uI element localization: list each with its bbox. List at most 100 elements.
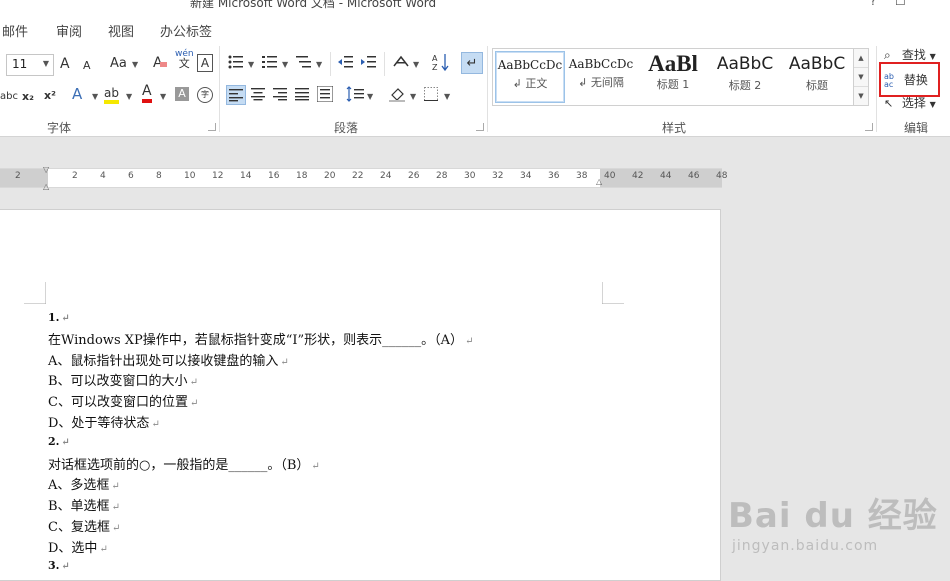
highlight-button[interactable]: ab [104, 86, 119, 104]
ruler-tick-label: 16 [268, 171, 280, 181]
ribbon-tabs: 邮件 审阅 视图 办公标签 [0, 12, 950, 42]
scroll-down-icon[interactable]: ▼ [854, 68, 868, 87]
ruler-tick-label: 14 [240, 171, 252, 181]
shrink-font-button[interactable]: A [83, 57, 91, 75]
document-page[interactable]: 1. ↵ 在Windows XP操作中，若鼠标指针变成“I”形状，则表示_____… [0, 209, 721, 581]
strikethrough-button[interactable]: abc [0, 88, 18, 106]
style-sample: AaBbC [716, 54, 774, 74]
style-normal[interactable]: AaBbCcDc ↲ 正文 [495, 51, 565, 103]
bullets-icon[interactable] [228, 54, 244, 70]
restore-button[interactable]: ☐ [895, 0, 906, 8]
ruler-tick-label: 38 [576, 171, 588, 181]
hanging-indent-marker-icon[interactable]: △ [43, 182, 49, 191]
increase-indent-icon[interactable] [360, 54, 376, 70]
crop-mark-right [602, 282, 624, 304]
shading-icon[interactable] [389, 86, 407, 102]
style-name: ↲ 正文 [512, 77, 548, 90]
right-indent-marker-icon[interactable]: △ [596, 177, 602, 186]
tab-mailings[interactable]: 邮件 [2, 21, 28, 40]
question-text: 在Windows XP操作中，若鼠标指针变成“I”形状，则表示______。（A… [48, 333, 474, 348]
divider [876, 46, 877, 132]
indent-marker-icon[interactable]: ▽ [43, 165, 49, 174]
show-formatting-marks-button[interactable]: ↵ [461, 52, 483, 74]
align-left-icon[interactable] [226, 85, 246, 105]
option-text: D、选中 ↵ [48, 541, 108, 556]
chevron-down-icon: ▼ [413, 60, 420, 69]
ruler-tick-label: 10 [184, 171, 196, 181]
ruler-tick-label: 44 [660, 171, 672, 181]
line-spacing-icon[interactable] [346, 86, 364, 102]
char-border-button[interactable]: A [197, 54, 213, 72]
styles-dialog-launcher[interactable] [865, 123, 873, 131]
ruler-tick-label: 26 [408, 171, 420, 181]
svg-text:A: A [432, 54, 438, 63]
tab-review[interactable]: 审阅 [56, 21, 82, 40]
chevron-down-icon: ▼ [444, 92, 451, 101]
ruler-tick-label: 6 [128, 171, 134, 181]
style-heading-2[interactable]: AaBbC 标题 2 [711, 51, 779, 101]
find-button[interactable]: ⌕ 查找 ▼ [884, 46, 936, 63]
styles-group-label: 样式 [662, 121, 687, 135]
svg-text:Z: Z [432, 63, 438, 72]
clear-format-icon[interactable]: A [152, 53, 168, 71]
grow-font-button[interactable]: A [60, 55, 70, 73]
watermark-brand: Bai du 经验 [728, 496, 938, 536]
ribbon: 11 ▼ A A Aa ▼ A wén 文 A abc x₂ x² A ▼ ab… [0, 42, 950, 137]
font-size-select[interactable]: 11 ▼ [6, 54, 54, 76]
chevron-down-icon: ▼ [929, 100, 936, 109]
ruler-tick-label: 2 [72, 171, 78, 181]
distributed-icon[interactable] [316, 85, 334, 103]
multilevel-list-icon[interactable] [296, 54, 312, 70]
phonetic-guide-button[interactable]: wén 文 [175, 50, 194, 70]
style-name: 标题 [806, 79, 828, 92]
help-button[interactable]: ? [870, 0, 876, 8]
sort-icon[interactable]: AZ [432, 52, 450, 72]
char-shading-button[interactable]: A [175, 87, 189, 101]
paragraph-dialog-launcher[interactable] [476, 123, 484, 131]
style-no-spacing[interactable]: AaBbCcDc ↲ 无间隔 [567, 51, 635, 101]
more-styles-icon[interactable]: ▼ [854, 87, 868, 105]
question-text: 对话框选项前的○，一般指的是______。（B） ↵ [48, 458, 320, 473]
option-text: A、多选框 ↵ [48, 478, 120, 493]
chevron-down-icon: ▼ [282, 60, 289, 69]
style-title[interactable]: AaBbC 标题 [783, 51, 851, 101]
decrease-indent-icon[interactable] [337, 54, 353, 70]
style-heading-1[interactable]: AaBl 标题 1 [639, 51, 707, 101]
enclose-char-button[interactable]: 字 [197, 87, 213, 103]
tab-office-tab[interactable]: 办公标签 [160, 21, 212, 40]
select-label: 选择 [901, 96, 926, 110]
watermark-url: jingyan.baidu.com [732, 538, 879, 554]
superscript-button[interactable]: x² [44, 87, 56, 105]
styles-gallery-scroll[interactable]: ▲ ▼ ▼ [853, 48, 869, 106]
numbering-icon[interactable] [262, 54, 278, 70]
chinese-layout-icon[interactable] [392, 54, 410, 70]
scroll-up-icon[interactable]: ▲ [854, 49, 868, 68]
option-text: D、处于等待状态 ↵ [48, 416, 160, 431]
divider [487, 46, 488, 132]
tab-view[interactable]: 视图 [108, 21, 134, 40]
style-sample: AaBbC [788, 54, 846, 74]
font-group-label: 字体 [47, 121, 72, 135]
option-text: C、复选框 ↵ [48, 520, 121, 535]
baidu-watermark: Bai du 经验 jingyan.baidu.com [728, 488, 948, 568]
ruler-tick-label: 2 [15, 171, 21, 181]
list-number: 3. ↵ [48, 559, 70, 572]
align-right-icon[interactable] [273, 87, 287, 101]
ruler-tick-label: 28 [436, 171, 448, 181]
font-color-button[interactable]: A [142, 84, 152, 103]
justify-icon[interactable] [295, 87, 309, 101]
change-case-button[interactable]: Aa [110, 55, 127, 73]
ruler-tick-label: 42 [632, 171, 644, 181]
borders-icon[interactable] [424, 87, 438, 102]
align-center-icon[interactable] [251, 87, 265, 101]
font-dialog-launcher[interactable] [208, 123, 216, 131]
paragraph-group-label: 段落 [334, 121, 359, 135]
horizontal-ruler[interactable]: ▽ △ 2 2 4 6 8 10 12 14 16 18 20 22 24 26 28 30 32 34 36 38 4… [0, 165, 727, 188]
ruler-tick-label: 40 [604, 171, 616, 181]
option-text: A、鼠标指针出现处可以接收键盘的输入 ↵ [48, 354, 289, 369]
ruler-tick-label: 22 [352, 171, 364, 181]
subscript-button[interactable]: x₂ [22, 88, 34, 106]
ruler-tick-label: 30 [464, 171, 476, 181]
divider [384, 52, 385, 76]
text-effects-button[interactable]: A [72, 85, 82, 103]
